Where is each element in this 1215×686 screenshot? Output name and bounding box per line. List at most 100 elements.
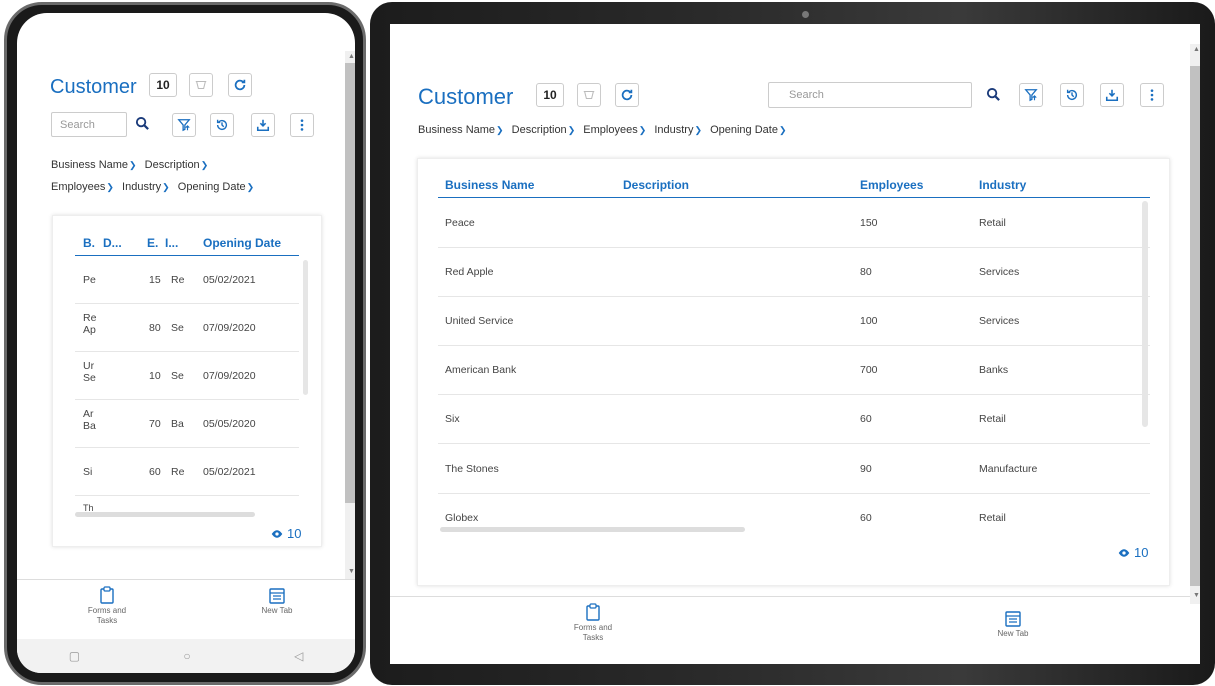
column-header-business-name[interactable]: Business Name <box>445 178 534 192</box>
filter-label: Opening Date <box>710 124 778 136</box>
column-header-business-name[interactable]: B. <box>83 236 95 250</box>
visible-count-value: 10 <box>287 526 302 541</box>
history-icon[interactable] <box>1060 83 1084 107</box>
page-scrollbar[interactable] <box>345 51 355 581</box>
filter-opening-date[interactable]: Opening Date❯ <box>178 176 254 198</box>
cell-employees: 10 <box>149 370 161 382</box>
nav-label: Forms and Tasks <box>87 606 127 625</box>
chevron-down-icon: ❯ <box>638 125 647 135</box>
filter-label: Industry <box>654 124 694 136</box>
page-title: Customer <box>50 76 137 98</box>
filter-label: Employees <box>583 124 638 136</box>
filter-label: Industry <box>122 181 162 193</box>
grid-vertical-scrollbar[interactable] <box>1142 201 1148 427</box>
filter-employees[interactable]: Employees❯ <box>583 124 646 136</box>
new-tab-icon <box>269 588 285 604</box>
cell-business-name: Ba <box>83 420 96 432</box>
filter-icon[interactable] <box>172 113 196 137</box>
filter-industry[interactable]: Industry❯ <box>654 124 702 136</box>
column-header-industry[interactable]: Industry <box>979 178 1026 192</box>
column-header-industry[interactable]: I... <box>165 236 178 250</box>
refresh-icon[interactable] <box>615 83 639 107</box>
cell-industry: Services <box>979 266 1020 278</box>
export-icon[interactable] <box>251 113 275 137</box>
column-header-description[interactable]: D... <box>103 236 122 250</box>
record-count-badge: 10 <box>149 73 177 97</box>
cell-employees: 60 <box>860 413 872 425</box>
cell-industry: Services <box>979 315 1020 327</box>
cell-industry: Re <box>171 466 185 478</box>
nav-label: New Tab <box>997 629 1029 638</box>
tablet-camera <box>802 11 809 18</box>
column-header-description[interactable]: Description <box>623 178 689 192</box>
refresh-icon[interactable] <box>228 73 252 97</box>
filter-icon[interactable] <box>1019 83 1043 107</box>
recent-apps-icon[interactable]: ▢ <box>69 649 80 663</box>
data-grid-card: B. D... E. I... Opening Date Pe 15 Re 05… <box>52 215 322 547</box>
cell-business-name: United Service <box>445 315 514 327</box>
cell-employees: 15 <box>149 274 161 286</box>
cell-industry: Re <box>171 274 185 286</box>
column-header-employees[interactable]: E. <box>147 236 158 250</box>
cell-business-name: Globex <box>445 512 479 524</box>
nav-forms-and-tasks[interactable]: Forms and Tasks <box>553 603 633 643</box>
filter-description[interactable]: Description❯ <box>512 124 576 136</box>
column-header-opening-date[interactable]: Opening Date <box>203 236 281 250</box>
visible-count: 10 <box>1118 545 1148 560</box>
visible-count-value: 10 <box>1134 545 1149 560</box>
cell-business-name: Se <box>83 372 96 384</box>
filter-business-name[interactable]: Business Name❯ <box>51 154 137 176</box>
nav-new-tab[interactable]: New Tab <box>973 611 1053 638</box>
grid-vertical-scrollbar[interactable] <box>303 260 308 395</box>
cell-industry: Se <box>171 322 184 334</box>
search-input[interactable]: Search <box>51 112 127 137</box>
cell-employees: 700 <box>860 364 878 376</box>
clear-icon[interactable] <box>577 83 601 107</box>
filter-label: Description <box>511 124 567 136</box>
chevron-down-icon: ❯ <box>778 125 787 135</box>
home-icon[interactable]: ○ <box>183 649 190 663</box>
cell-business-name: Red Apple <box>445 266 494 278</box>
back-icon[interactable]: ◁ <box>294 649 303 663</box>
filter-description[interactable]: Description❯ <box>145 154 209 176</box>
cell-industry: Banks <box>979 364 1009 376</box>
more-options-icon[interactable] <box>1140 83 1164 107</box>
cell-industry: Ba <box>171 418 184 430</box>
filter-employees[interactable]: Employees❯ <box>51 176 114 198</box>
record-count-badge: 10 <box>536 83 564 107</box>
cell-opening-date: 07/09/2020 <box>203 370 256 382</box>
nav-new-tab[interactable]: New Tab <box>237 588 317 615</box>
chevron-down-icon: ❯ <box>162 182 170 192</box>
cell-business-name: Six <box>445 413 460 425</box>
cell-employees: 100 <box>860 315 878 327</box>
filter-label: Opening Date <box>177 181 246 193</box>
visible-count: 10 <box>271 526 301 541</box>
nav-forms-and-tasks[interactable]: Forms and Tasks <box>67 586 147 626</box>
cell-business-name: Ur <box>83 360 95 372</box>
grid-horizontal-scrollbar[interactable] <box>440 527 745 532</box>
filter-industry[interactable]: Industry❯ <box>122 176 170 198</box>
search-input[interactable]: Search <box>768 82 972 108</box>
cell-industry: Manufacture <box>979 463 1038 475</box>
column-header-employees[interactable]: Employees <box>860 178 923 192</box>
search-icon[interactable] <box>986 87 1001 102</box>
cell-employees: 80 <box>860 266 872 278</box>
page-scrollbar[interactable] <box>1190 44 1200 604</box>
grid-horizontal-scrollbar[interactable] <box>75 512 255 517</box>
clear-icon[interactable] <box>189 73 213 97</box>
new-tab-icon <box>1005 611 1021 627</box>
export-icon[interactable] <box>1100 83 1124 107</box>
filter-opening-date[interactable]: Opening Date❯ <box>710 124 786 136</box>
cell-employees: 60 <box>149 466 161 478</box>
filter-business-name[interactable]: Business Name❯ <box>418 124 504 136</box>
filter-label: Employees <box>51 181 106 193</box>
more-options-icon[interactable] <box>290 113 314 137</box>
cell-opening-date: 05/05/2020 <box>203 418 256 430</box>
page-title: Customer <box>418 84 514 109</box>
chevron-down-icon: ❯ <box>246 182 255 192</box>
history-icon[interactable] <box>210 113 234 137</box>
cell-employees: 60 <box>860 512 872 524</box>
chevron-down-icon: ❯ <box>200 160 209 170</box>
cell-industry: Se <box>171 370 184 382</box>
search-icon[interactable] <box>135 116 150 131</box>
